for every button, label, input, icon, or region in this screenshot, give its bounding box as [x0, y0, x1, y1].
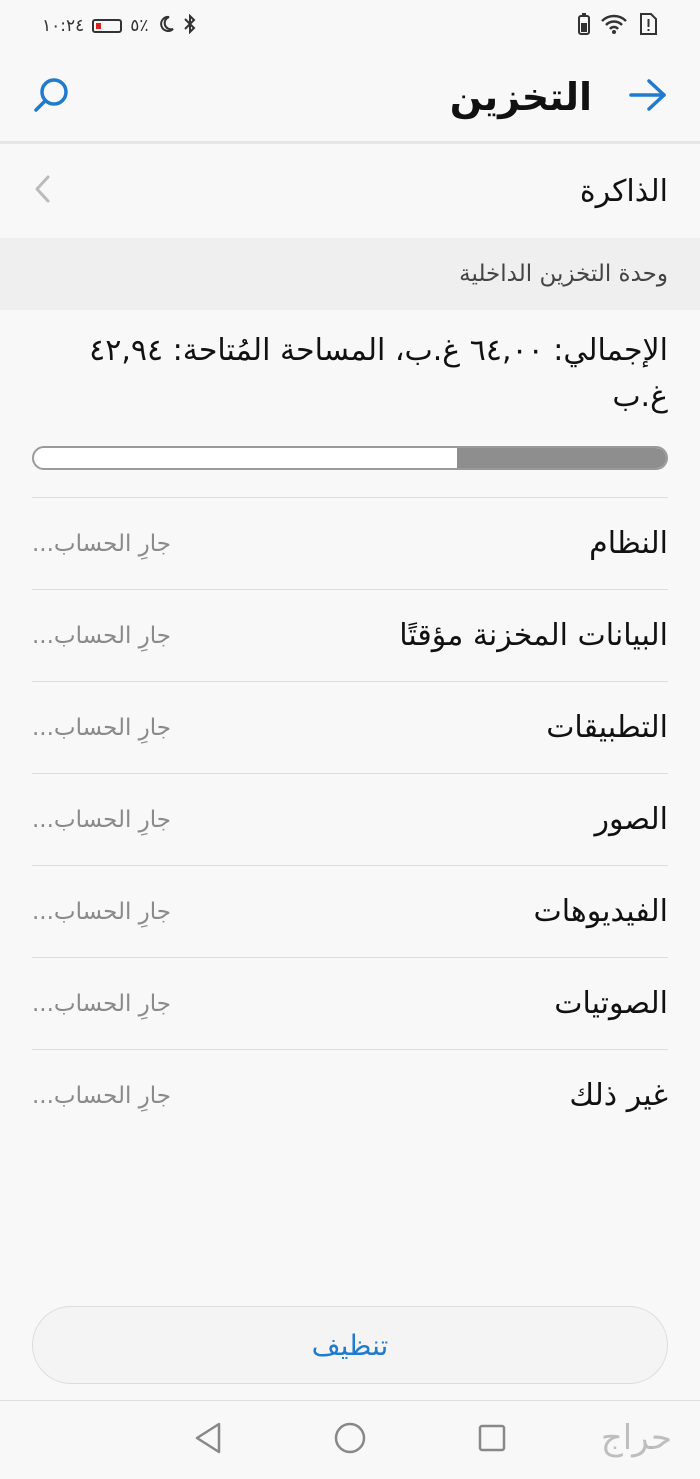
category-value: جارِ الحساب... [32, 622, 171, 649]
status-time: ١٠:٢٤ [42, 16, 85, 36]
status-right [578, 12, 658, 40]
category-label: الصور [594, 802, 668, 837]
list-item-photos[interactable]: جارِ الحساب... الصور [32, 773, 668, 865]
clean-button[interactable]: تنظيف [32, 1306, 668, 1384]
category-label: غير ذلك [569, 1078, 668, 1113]
app-bar: التخزين [0, 52, 700, 144]
category-label: الفيديوهات [533, 894, 668, 929]
battery-percent: ٥٪ [130, 16, 149, 36]
chevron-left-icon [32, 173, 52, 209]
wifi-icon [600, 13, 628, 39]
storage-progress-fill [457, 448, 666, 468]
list-item-cached-data[interactable]: جارِ الحساب... البيانات المخزنة مؤقتًا [32, 589, 668, 681]
title-group: التخزين [450, 75, 668, 119]
category-label: البيانات المخزنة مؤقتًا [399, 618, 668, 653]
list-item-audio[interactable]: جارِ الحساب... الصوتيات [32, 957, 668, 1049]
category-label: النظام [589, 526, 668, 561]
section-header: وحدة التخزين الداخلية [0, 238, 700, 310]
back-arrow-icon[interactable] [628, 77, 668, 117]
category-value: جارِ الحساب... [32, 714, 171, 741]
search-icon[interactable] [32, 75, 72, 119]
system-nav-bar [0, 1400, 700, 1479]
storage-summary: الإجمالي: ٦٤,٠٠ غ.ب، المساحة المُتاحة: ٤… [89, 333, 668, 414]
moon-icon [157, 15, 175, 38]
alert-sim-icon [638, 12, 658, 40]
nav-back-icon[interactable] [193, 1421, 223, 1459]
category-label: الصوتيات [554, 986, 668, 1021]
nav-home-icon[interactable] [333, 1421, 367, 1459]
storage-category-list: جارِ الحساب... النظام جارِ الحساب... الب… [32, 497, 668, 1141]
section-title: وحدة التخزين الداخلية [459, 261, 668, 287]
category-value: جارِ الحساب... [32, 1082, 171, 1109]
battery-small-icon [578, 13, 590, 39]
watermark-logo: حراج [600, 1418, 672, 1458]
status-left: ١٠:٢٤ ٥٪ [42, 13, 197, 39]
nav-recents-icon[interactable] [477, 1423, 507, 1457]
list-item-other[interactable]: جارِ الحساب... غير ذلك [32, 1049, 668, 1141]
status-bar: ١٠:٢٤ ٥٪ [0, 0, 700, 52]
category-value: جارِ الحساب... [32, 898, 171, 925]
storage-progress-bar [32, 446, 668, 470]
memory-row[interactable]: الذاكرة [0, 147, 700, 235]
memory-label: الذاكرة [579, 173, 668, 209]
page-title: التخزين [449, 74, 592, 119]
category-label: التطبيقات [546, 710, 668, 745]
list-item-apps[interactable]: جارِ الحساب... التطبيقات [32, 681, 668, 773]
bluetooth-icon [183, 13, 197, 39]
category-value: جارِ الحساب... [32, 990, 171, 1017]
list-item-system[interactable]: جارِ الحساب... النظام [32, 497, 668, 589]
category-value: جارِ الحساب... [32, 530, 171, 557]
list-item-videos[interactable]: جارِ الحساب... الفيديوهات [32, 865, 668, 957]
category-value: جارِ الحساب... [32, 806, 171, 833]
battery-icon [92, 19, 123, 33]
